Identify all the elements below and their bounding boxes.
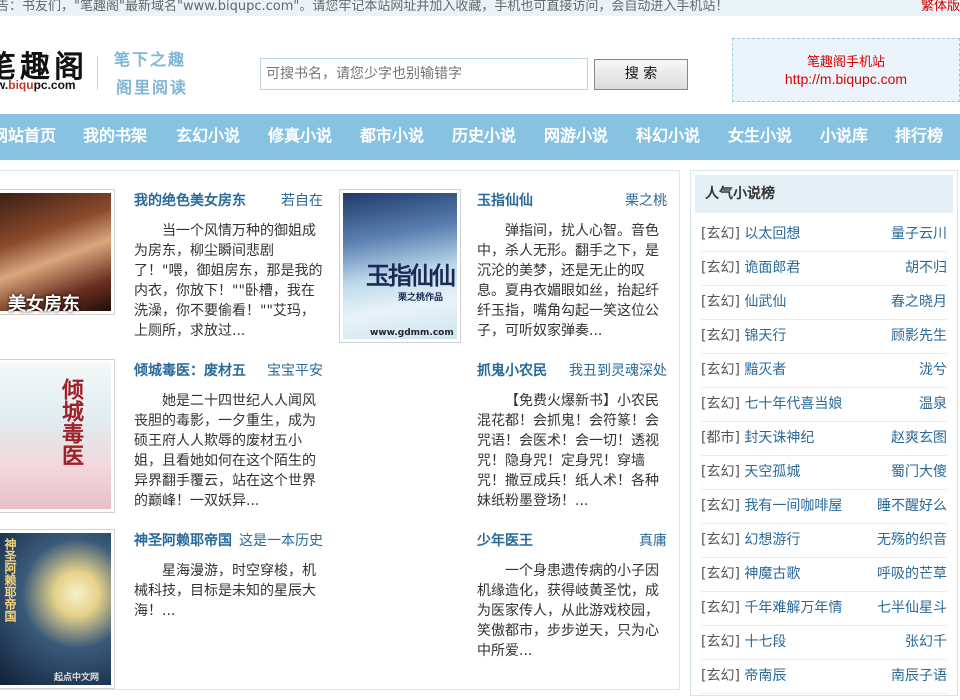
book-title[interactable]: 我的绝色美女房东	[134, 190, 246, 210]
rank-item[interactable]: [玄幻] 十七段 张幻千	[701, 626, 947, 660]
book-description: 一个身患遗传病的小子因机缘造化，获得岐黄圣忱，成为医家传人，从此游戏校园，笑傲都…	[477, 563, 659, 659]
logo-divider	[97, 56, 98, 90]
book-author[interactable]: 宝宝平安	[261, 360, 323, 380]
rank-item[interactable]: [玄幻] 我有一间咖啡屋 睡不醒好么	[701, 490, 947, 524]
nav-ranking[interactable]: 排行榜	[895, 114, 943, 160]
book-card: 少年医王 真庸 一个身患遗传病的小子因机缘造化，获得岐黄圣忱，成为医家传人，从此…	[339, 511, 679, 681]
site-slogan: 笔下之趣 阁里阅读	[114, 50, 189, 97]
book-card: 玉指仙仙 栗之桃作品 www.gdmm.com 玉指仙仙 栗之桃 弹指间，扰人心…	[339, 171, 679, 343]
logo-url: w.biqupc.com	[0, 78, 76, 92]
nav-kehuan[interactable]: 科幻小说	[636, 114, 700, 160]
site-header: 笔趣阁 w.biqupc.com 笔下之趣 阁里阅读 搜 索 笔趣阁手机站 ht…	[0, 16, 960, 114]
rank-item[interactable]: [玄幻] 以太回想 量子云川	[701, 218, 947, 252]
book-card: 抓鬼小农民 我丑到灵魂深处 【免费火爆新书】小农民混花都！会抓鬼！会符篆！会咒语…	[339, 341, 679, 511]
rank-item[interactable]: [玄幻] 神魔古歌 呼吸的芒草	[701, 558, 947, 592]
book-description: 弹指间，扰人心智。音色中，杀人无形。翻手之下，是沉沦的美梦，还是无止的叹息。夏冉…	[477, 223, 659, 339]
sidebar-title: 人气小说榜	[695, 175, 953, 213]
search-input[interactable]	[260, 58, 588, 90]
book-cover[interactable]: 神圣阿赖耶帝国 起点中文网	[0, 529, 115, 689]
book-author[interactable]: 若自在	[261, 190, 323, 210]
nav-bookshelf[interactable]: 我的书架	[83, 114, 147, 160]
book-author[interactable]: 栗之桃	[605, 190, 667, 210]
book-description: 她是二十四世纪人人闻风丧胆的毒影，一夕重生，成为硕王府人人欺辱的废材五小姐，且看…	[134, 393, 316, 509]
mobile-site-box[interactable]: 笔趣阁手机站 http://m.biqupc.com	[732, 38, 960, 102]
notice-text: 告：书友们，"笔趣阁"最新域名"www.biqupc.com"。请您牢记本站网址…	[0, 0, 729, 14]
rank-item[interactable]: [玄幻] 七十年代喜当娘 温泉	[701, 388, 947, 422]
rank-item[interactable]: [玄幻] 帝南辰 南辰子语	[701, 660, 947, 694]
book-title[interactable]: 神圣阿赖耶帝国	[134, 530, 232, 550]
mobile-site-url[interactable]: http://m.biqupc.com	[733, 71, 959, 87]
rank-item[interactable]: [玄幻] 锦天行 顾影先生	[701, 320, 947, 354]
nav-xuanhuan[interactable]: 玄幻小说	[176, 114, 240, 160]
traditional-chinese-link[interactable]: 繁体版	[921, 0, 960, 14]
book-description: 星海漫游，时空穿梭，机械科技，目标是未知的星辰大海！...	[134, 563, 316, 619]
book-author[interactable]: 真庸	[605, 530, 667, 550]
book-cover[interactable]: 玉指仙仙 栗之桃作品 www.gdmm.com	[339, 189, 461, 343]
main-nav: 网站首页 我的书架 玄幻小说 修真小说 都市小说 历史小说 网游小说 科幻小说 …	[0, 114, 960, 160]
nav-nvsheng[interactable]: 女生小说	[728, 114, 792, 160]
book-title[interactable]: 少年医王	[477, 530, 533, 550]
book-title[interactable]: 倾城毒医：废材五	[134, 360, 246, 380]
nav-wangyou[interactable]: 网游小说	[544, 114, 608, 160]
book-description: 当一个风情万种的御姐成为房东，柳尘瞬间悲剧了！"喂，御姐房东，那是我的内衣，你放…	[134, 223, 323, 339]
rank-item[interactable]: [都市] 封天诛神纪 赵爽玄图	[701, 422, 947, 456]
popular-novels-sidebar: 人气小说榜 [玄幻] 以太回想 量子云川 [玄幻] 诡面郎君 胡不归 [玄幻] 仙武…	[690, 170, 958, 696]
rank-item[interactable]: [玄幻] 仙武仙 春之晓月	[701, 286, 947, 320]
rank-item[interactable]: [玄幻] 千年难解万年情 七半仙星斗	[701, 592, 947, 626]
featured-books-panel: 美女房东 我的绝色美女房东 若自在 当一个风情万种的御姐成为房东，柳尘瞬间悲剧了…	[0, 170, 680, 690]
book-cover[interactable]: 倾城毒医	[0, 359, 115, 513]
rank-item[interactable]: [玄幻] 幻想游行 无殇的织音	[701, 524, 947, 558]
nav-library[interactable]: 小说库	[820, 114, 868, 160]
book-cover[interactable]: 美女房东	[0, 189, 115, 315]
nav-home[interactable]: 网站首页	[0, 114, 56, 160]
search-button[interactable]: 搜 索	[594, 59, 688, 90]
book-card: 倾城毒医 倾城毒医：废材五 宝宝平安 她是二十四世纪人人闻风丧胆的毒影，一夕重生…	[0, 341, 339, 513]
book-title[interactable]: 玉指仙仙	[477, 190, 533, 210]
mobile-site-title: 笔趣阁手机站	[806, 55, 885, 70]
nav-xiuzhen[interactable]: 修真小说	[268, 114, 332, 160]
book-card: 神圣阿赖耶帝国 起点中文网 神圣阿赖耶帝国 这是一本历史 星海漫游，时空穿梭，机…	[0, 511, 339, 689]
book-card: 美女房东 我的绝色美女房东 若自在 当一个风情万种的御姐成为房东，柳尘瞬间悲剧了…	[0, 171, 339, 341]
rank-item[interactable]: [玄幻] 黯灭者 泷兮	[701, 354, 947, 388]
book-title[interactable]: 抓鬼小农民	[477, 360, 547, 380]
rank-item[interactable]: [玄幻] 诡面郎君 胡不归	[701, 252, 947, 286]
rank-item[interactable]: [玄幻] 天空孤城 蜀门大傻	[701, 456, 947, 490]
book-description: 【免费火爆新书】小农民混花都！会抓鬼！会符篆！会咒语！会医术！会一切！透视咒！隐…	[477, 393, 659, 509]
book-author[interactable]: 我丑到灵魂深处	[567, 360, 667, 380]
nav-lishi[interactable]: 历史小说	[452, 114, 516, 160]
main-content: 美女房东 我的绝色美女房东 若自在 当一个风情万种的御姐成为房东，柳尘瞬间悲剧了…	[0, 170, 960, 700]
notice-bar: 告：书友们，"笔趣阁"最新域名"www.biqupc.com"。请您牢记本站网址…	[0, 0, 960, 16]
nav-dushi[interactable]: 都市小说	[360, 114, 424, 160]
book-author[interactable]: 这是一本历史	[227, 530, 323, 550]
